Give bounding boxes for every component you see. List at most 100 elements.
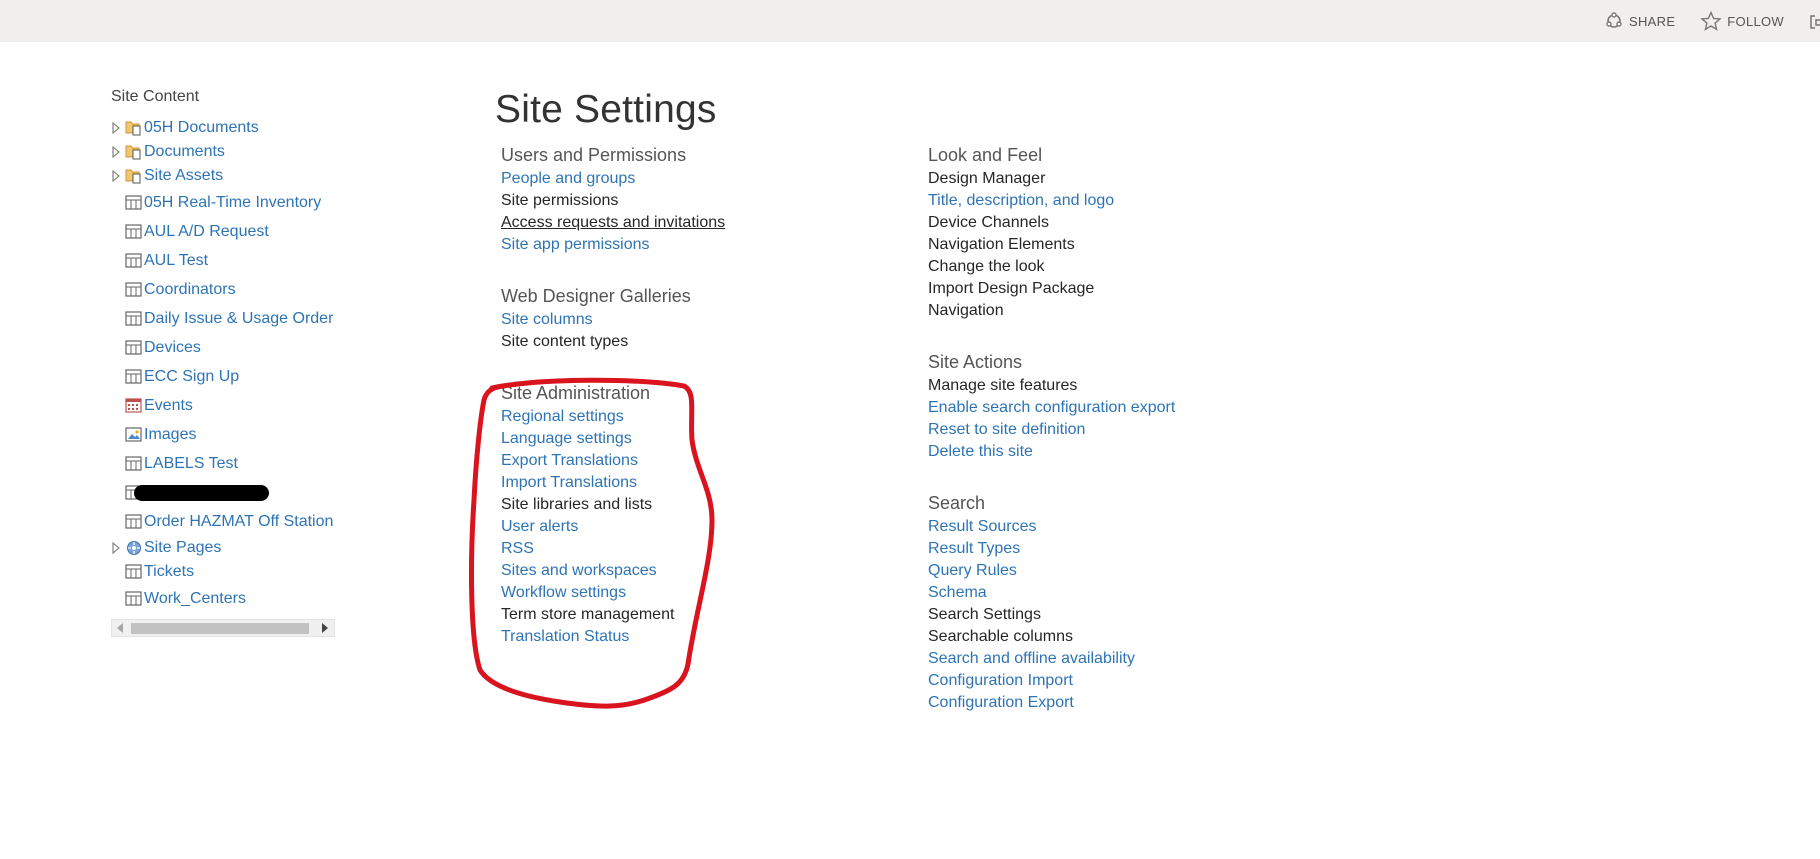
settings-link[interactable]: Enable search configuration export xyxy=(928,397,1328,419)
settings-link[interactable]: Access requests and invitations xyxy=(501,212,901,234)
redacted-item-label xyxy=(134,484,269,501)
settings-link[interactable]: Site libraries and lists xyxy=(501,494,901,516)
share-button[interactable]: SHARE xyxy=(1605,12,1675,30)
tree-item-label[interactable]: AUL A/D Request xyxy=(144,223,269,241)
settings-link[interactable]: Site columns xyxy=(501,309,901,331)
tree-item[interactable]: AUL Test xyxy=(111,246,335,275)
settings-column-right: Look and Feel Design Manager Title, descri… xyxy=(928,143,1328,742)
section-heading: Search xyxy=(928,493,986,513)
tree-item[interactable]: AUL A/D Request xyxy=(111,217,335,246)
settings-link[interactable]: Configuration Export xyxy=(928,692,1328,714)
follow-button[interactable]: FOLLOW xyxy=(1701,11,1784,31)
tree-item[interactable]: 05H Real-Time Inventory xyxy=(111,188,335,217)
list-icon xyxy=(125,194,143,211)
tree-item-label[interactable]: 05H Documents xyxy=(144,119,259,137)
scroll-left-arrow-icon[interactable] xyxy=(117,623,123,633)
settings-link[interactable]: Navigation xyxy=(928,300,1328,322)
settings-link[interactable]: Import Design Package xyxy=(928,278,1328,300)
settings-column-left: Users and Permissions People and groups Si… xyxy=(501,143,901,676)
settings-section: Search Result Sources Result Types Query Ru… xyxy=(928,491,1328,714)
tree-item-label[interactable]: AUL Test xyxy=(144,252,208,270)
settings-link[interactable]: Change the look xyxy=(928,256,1328,278)
tree-item-label[interactable]: Work_Centers xyxy=(144,590,246,608)
settings-link[interactable]: Translation Status xyxy=(501,626,901,648)
expand-arrow-icon[interactable] xyxy=(109,541,123,555)
settings-link[interactable]: Search Settings xyxy=(928,604,1328,626)
section-heading: Site Administration xyxy=(501,383,651,403)
settings-link[interactable]: Site permissions xyxy=(501,190,901,212)
tree-item[interactable]: Tickets xyxy=(111,560,335,584)
tree-horizontal-scrollbar[interactable] xyxy=(111,619,335,637)
tree-item-label[interactable]: Devices xyxy=(144,339,201,357)
settings-link[interactable]: Design Manager xyxy=(928,168,1328,190)
tree-item-label[interactable]: LABELS Test xyxy=(144,455,238,473)
tree-item[interactable]: Daily Issue & Usage Order xyxy=(111,304,335,333)
settings-link[interactable]: Search and offline availability xyxy=(928,648,1328,670)
settings-link[interactable]: Manage site features xyxy=(928,375,1328,397)
settings-link[interactable]: Term store management xyxy=(501,604,901,626)
settings-link[interactable]: Query Rules xyxy=(928,560,1328,582)
scrollbar-thumb[interactable] xyxy=(131,623,309,634)
tree-item[interactable]: Work_Centers xyxy=(111,584,335,613)
settings-link[interactable]: Configuration Import xyxy=(928,670,1328,692)
settings-link[interactable]: RSS xyxy=(501,538,901,560)
list-icon xyxy=(125,455,143,472)
tree-item[interactable]: Devices xyxy=(111,333,335,362)
settings-link[interactable]: Title, description, and logo xyxy=(928,190,1328,212)
expand-arrow-icon[interactable] xyxy=(109,169,123,183)
settings-link[interactable]: Import Translations xyxy=(501,472,901,494)
section-heading: Web Designer Galleries xyxy=(501,286,691,306)
settings-link[interactable]: User alerts xyxy=(501,516,901,538)
tree-item[interactable]: Site Assets xyxy=(111,164,335,188)
tree-item-label[interactable]: ECC Sign Up xyxy=(144,368,239,386)
tree-item[interactable] xyxy=(111,478,335,507)
settings-link[interactable]: Device Channels xyxy=(928,212,1328,234)
tree-item-label[interactable]: Coordinators xyxy=(144,281,236,299)
settings-link[interactable]: Sites and workspaces xyxy=(501,560,901,582)
tree-item[interactable]: Images xyxy=(111,420,335,449)
settings-link[interactable]: Language settings xyxy=(501,428,901,450)
settings-link[interactable]: Workflow settings xyxy=(501,582,901,604)
tree-item[interactable]: Site Pages xyxy=(111,536,335,560)
tree-item[interactable]: Coordinators xyxy=(111,275,335,304)
tree-item[interactable]: 05H Documents xyxy=(111,116,335,140)
tree-item-label[interactable]: Daily Issue & Usage Order xyxy=(144,310,333,328)
list-icon xyxy=(125,223,143,240)
focus-content-button[interactable] xyxy=(1810,14,1820,29)
tree-item-label[interactable]: Order HAZMAT Off Station xyxy=(144,513,333,531)
tree-item[interactable]: LABELS Test xyxy=(111,449,335,478)
list-icon xyxy=(125,252,143,269)
settings-link[interactable]: Result Types xyxy=(928,538,1328,560)
settings-link[interactable]: Site content types xyxy=(501,331,901,353)
settings-link[interactable]: Reset to site definition xyxy=(928,419,1328,441)
expand-arrow-icon[interactable] xyxy=(109,121,123,135)
settings-link[interactable]: Schema xyxy=(928,582,1328,604)
tree-item-label[interactable]: Site Assets xyxy=(144,167,223,185)
tree-item[interactable]: Events xyxy=(111,391,335,420)
settings-link[interactable]: Result Sources xyxy=(928,516,1328,538)
settings-link[interactable]: Site app permissions xyxy=(501,234,901,256)
settings-link[interactable]: Searchable columns xyxy=(928,626,1328,648)
settings-link[interactable]: Export Translations xyxy=(501,450,901,472)
tree-item-label[interactable]: Documents xyxy=(144,143,225,161)
settings-link[interactable]: People and groups xyxy=(501,168,901,190)
tree-item[interactable]: ECC Sign Up xyxy=(111,362,335,391)
tree-item-label[interactable]: Images xyxy=(144,426,196,444)
tree-item-label[interactable]: Events xyxy=(144,397,193,415)
tree-item-label[interactable]: 05H Real-Time Inventory xyxy=(144,194,321,212)
tree-item[interactable]: Documents xyxy=(111,140,335,164)
settings-link[interactable]: Regional settings xyxy=(501,406,901,428)
expand-arrow-icon[interactable] xyxy=(109,145,123,159)
settings-link[interactable]: Navigation Elements xyxy=(928,234,1328,256)
site-content-heading: Site Content xyxy=(111,88,200,105)
tree-item-label[interactable]: Tickets xyxy=(144,563,194,581)
tree-item-label[interactable]: Site Pages xyxy=(144,539,221,557)
tree-item[interactable]: Order HAZMAT Off Station xyxy=(111,507,335,536)
settings-link[interactable]: Delete this site xyxy=(928,441,1328,463)
scroll-right-arrow-icon[interactable] xyxy=(322,623,328,633)
site-pages-icon xyxy=(125,540,143,556)
